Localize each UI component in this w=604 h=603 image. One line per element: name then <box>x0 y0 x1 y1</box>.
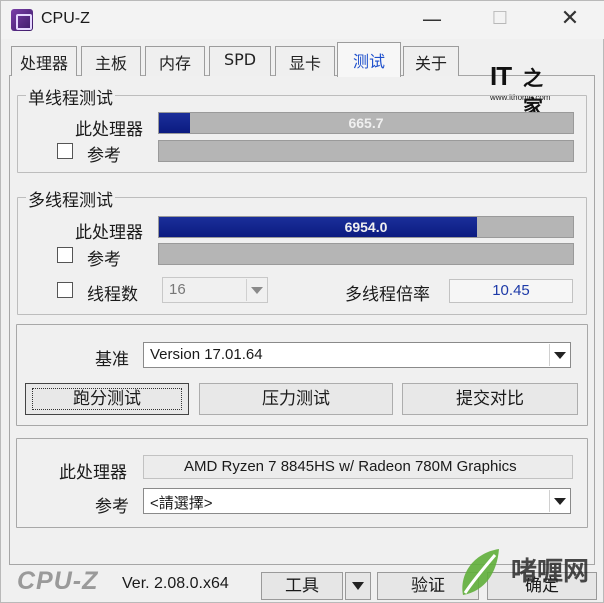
threads-dropdown[interactable]: 16 <box>162 277 268 303</box>
single-this-cpu-label: 此处理器 <box>75 120 143 140</box>
tab-spd[interactable]: SPD <box>209 46 271 76</box>
tab-mainboard[interactable]: 主板 <box>81 46 141 76</box>
submit-compare-button[interactable]: 提交对比 <box>402 383 578 415</box>
cpuz-footer-logo: CPU-Z <box>17 567 99 595</box>
single-this-cpu-score: 665.7 <box>348 115 384 131</box>
tab-cpu[interactable]: 处理器 <box>11 46 77 76</box>
maximize-button[interactable]: ☐ <box>477 1 523 39</box>
version-text: Ver. 2.08.0.x64 <box>122 575 229 592</box>
multi-thread-title: 多线程测试 <box>26 186 115 211</box>
tab-memory[interactable]: 内存 <box>145 46 205 76</box>
minimize-button[interactable]: — <box>409 1 455 39</box>
multi-reference-bar <box>158 243 574 265</box>
single-reference-checkbox[interactable] <box>57 143 73 159</box>
ratio-value: 10.45 <box>449 279 573 303</box>
stress-button[interactable]: 压力测试 <box>199 383 393 415</box>
info-reference-label: 参考 <box>95 497 129 517</box>
single-this-cpu-bar: 665.7 <box>158 112 574 134</box>
bench-button-label: 跑分测试 <box>32 388 182 410</box>
window-title: CPU-Z <box>41 10 90 27</box>
cpuz-app-icon <box>11 9 33 31</box>
multi-this-cpu-bar: 6954.0 <box>158 216 574 238</box>
tools-dropdown-arrow[interactable] <box>345 572 371 600</box>
multi-reference-checkbox[interactable] <box>57 247 73 263</box>
baseline-value: Version 17.01.64 <box>150 346 263 363</box>
tools-button[interactable]: 工具 <box>261 572 343 600</box>
leaf-icon <box>462 549 499 595</box>
title-bar[interactable]: CPU-Z — ☐ ✕ <box>1 1 604 39</box>
baseline-dropdown[interactable]: Version 17.01.64 <box>143 342 571 368</box>
tab-about[interactable]: 关于 <box>403 46 459 76</box>
threads-checkbox[interactable] <box>57 282 73 298</box>
tab-graphics[interactable]: 显卡 <box>275 46 335 76</box>
bench-button[interactable]: 跑分测试 <box>25 383 189 415</box>
single-reference-bar <box>158 140 574 162</box>
single-reference-label: 参考 <box>87 146 121 166</box>
baseline-label: 基准 <box>95 350 129 370</box>
chevron-down-icon <box>549 344 569 366</box>
info-this-cpu-name: AMD Ryzen 7 8845HS w/ Radeon 780M Graphi… <box>143 455 573 479</box>
threads-label: 线程数 <box>87 285 138 305</box>
cpuz-window: CPU-Z — ☐ ✕ 处理器 主板 内存 SPD 显卡 测试 关于 IT 之家… <box>0 0 604 603</box>
ratio-label: 多线程倍率 <box>345 285 430 305</box>
chevron-down-icon <box>246 279 266 301</box>
multi-this-cpu-score: 6954.0 <box>344 219 388 235</box>
watermark-text: 啫喱网 <box>511 557 590 587</box>
chevron-down-icon <box>549 490 569 512</box>
ithome-logo-mark: IT <box>490 61 512 91</box>
threads-value: 16 <box>169 281 186 298</box>
single-thread-title: 单线程测试 <box>26 84 115 109</box>
tab-bench[interactable]: 测试 <box>337 42 401 77</box>
multi-this-cpu-label: 此处理器 <box>75 223 143 243</box>
info-this-cpu-label: 此处理器 <box>59 463 127 483</box>
close-button[interactable]: ✕ <box>547 1 593 39</box>
reference-value: <請選擇> <box>150 495 213 512</box>
single-reference-score <box>159 141 573 161</box>
reference-dropdown[interactable]: <請選擇> <box>143 488 571 514</box>
multi-reference-label: 参考 <box>87 250 121 270</box>
